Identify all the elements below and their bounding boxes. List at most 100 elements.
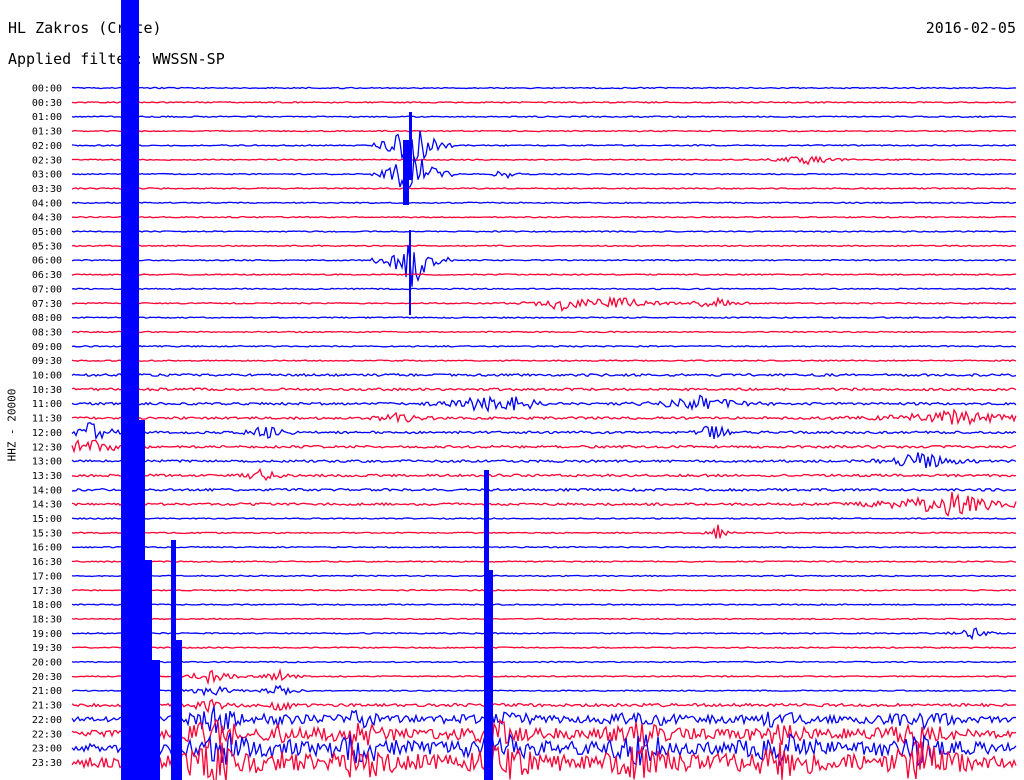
seismic-trace — [71, 617, 1017, 621]
row-time-label: 16:00 — [32, 543, 62, 554]
seismic-trace — [71, 273, 1017, 276]
row-time-label: 14:00 — [32, 485, 62, 496]
seismic-trace — [71, 372, 1017, 378]
row-time-label: 09:00 — [32, 342, 62, 353]
row-time-label: 06:30 — [32, 270, 62, 281]
row-time-label: 11:30 — [32, 414, 62, 425]
seismic-trace — [71, 244, 1017, 248]
row-time-label: 05:30 — [32, 241, 62, 252]
row-time-label: 15:30 — [32, 528, 62, 539]
seismic-trace — [71, 344, 1017, 348]
event-coda — [139, 420, 145, 780]
seismic-trace — [71, 316, 1017, 319]
row-time-label: 12:00 — [32, 428, 62, 439]
row-time-label: 13:30 — [32, 471, 62, 482]
row-time-label: 01:00 — [32, 112, 62, 123]
seismic-trace — [71, 244, 1017, 287]
seismic-trace — [71, 491, 1017, 517]
row-time-label: 09:30 — [32, 356, 62, 367]
row-time-label: 12:30 — [32, 442, 62, 453]
row-time-label: 18:00 — [32, 600, 62, 611]
aftershock-spike — [484, 470, 489, 780]
row-time-label: 18:30 — [32, 614, 62, 625]
row-time-label: 22:00 — [32, 715, 62, 726]
seismic-trace — [71, 439, 1017, 454]
seismic-trace — [71, 422, 1017, 441]
seismic-trace — [71, 201, 1017, 205]
aftershock-spike — [176, 640, 182, 780]
aftershock-spike — [171, 540, 176, 780]
seismic-trace — [71, 287, 1017, 291]
regional-event-spike — [409, 230, 411, 315]
seismic-trace — [71, 524, 1017, 539]
seismic-trace — [71, 452, 1017, 469]
row-time-label: 03:00 — [32, 170, 62, 181]
seismic-trace — [71, 706, 1017, 734]
seismic-trace — [71, 574, 1017, 578]
regional-event-spike — [409, 112, 412, 180]
seismic-trace — [71, 156, 1017, 188]
seismic-trace — [71, 230, 1017, 233]
seismic-trace — [71, 295, 1017, 313]
row-time-label: 04:30 — [32, 213, 62, 224]
seismic-trace — [71, 86, 1017, 90]
seismic-trace — [71, 101, 1016, 104]
row-time-label: 01:30 — [32, 127, 62, 138]
row-time-label: 20:30 — [32, 672, 62, 683]
aftershock-spike — [489, 570, 493, 780]
row-time-label: 23:30 — [32, 758, 62, 769]
row-time-label: 11:00 — [32, 399, 62, 410]
seismic-trace — [71, 115, 1017, 119]
row-time-label: 13:00 — [32, 457, 62, 468]
seismic-trace — [71, 130, 1017, 166]
seismic-trace — [71, 545, 1017, 549]
row-time-label: 06:00 — [32, 256, 62, 267]
seismic-trace — [71, 387, 1017, 392]
row-time-label: 07:30 — [32, 299, 62, 310]
row-time-label: 00:00 — [32, 84, 62, 95]
row-time-label: 20:00 — [32, 658, 62, 669]
row-time-label: 19:00 — [32, 629, 62, 640]
seismic-trace — [71, 215, 1017, 219]
seismic-trace — [71, 129, 1017, 133]
seismic-trace — [71, 667, 1017, 686]
row-time-label: 03:30 — [32, 184, 62, 195]
row-time-label: 19:30 — [32, 643, 62, 654]
seismic-trace — [71, 155, 1017, 166]
event-coda — [145, 560, 152, 780]
row-time-label: 16:30 — [32, 557, 62, 568]
major-event-saturation — [121, 0, 139, 780]
seismic-trace — [71, 408, 1017, 426]
row-time-label: 23:00 — [32, 744, 62, 755]
row-time-label: 08:00 — [32, 313, 62, 324]
seismic-trace — [72, 468, 1017, 482]
seismic-trace — [71, 487, 1017, 492]
row-time-label: 10:30 — [32, 385, 62, 396]
row-time-label: 10:00 — [32, 371, 62, 382]
seismic-trace — [71, 330, 1017, 334]
row-time-label: 05:00 — [32, 227, 62, 238]
row-time-label: 02:30 — [32, 155, 62, 166]
row-time-label: 08:30 — [32, 327, 62, 338]
row-time-label: 15:00 — [32, 514, 62, 525]
seismic-trace — [71, 684, 1017, 697]
seismic-trace — [71, 517, 1017, 520]
row-time-label: 21:30 — [32, 701, 62, 712]
row-time-label: 17:00 — [32, 571, 62, 582]
row-time-label: 07:00 — [32, 284, 62, 295]
row-time-label: 22:30 — [32, 729, 62, 740]
event-coda — [152, 660, 160, 780]
row-time-label: 21:00 — [32, 686, 62, 697]
seismic-trace — [71, 660, 1017, 664]
row-time-label: 04:00 — [32, 198, 62, 209]
row-time-label: 02:00 — [32, 141, 62, 152]
seismic-trace — [71, 588, 1017, 592]
seismic-trace — [71, 187, 1017, 190]
seismic-trace — [71, 627, 1017, 641]
seismic-trace — [71, 603, 1017, 606]
seismic-trace — [71, 560, 1017, 563]
row-time-label: 14:30 — [32, 500, 62, 511]
seismogram-plot: 00:00 00:30 01:00 01:30 02:00 02:30 03:00 03:30… — [32, 0, 1017, 780]
row-time-label: 17:30 — [32, 586, 62, 597]
seismic-trace — [71, 646, 1017, 649]
